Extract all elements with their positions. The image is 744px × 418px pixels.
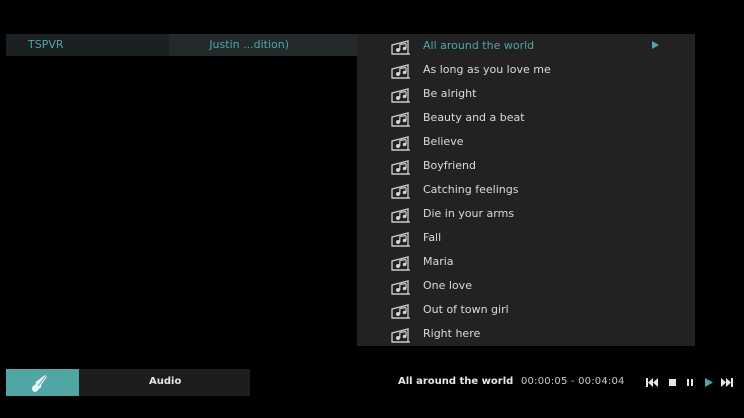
music-note-icon (391, 228, 411, 248)
track-item[interactable]: Maria (357, 250, 695, 274)
pause-icon[interactable] (685, 377, 697, 388)
track-label: Maria (423, 255, 454, 268)
track-item[interactable]: Out of town girl (357, 298, 695, 322)
music-note-icon (391, 108, 411, 128)
track-label: As long as you love me (423, 63, 551, 76)
source-column[interactable]: TSPVR (6, 34, 169, 56)
music-note-icon (391, 252, 411, 272)
music-note-icon (391, 324, 411, 344)
category-label: Audio (149, 376, 182, 387)
track-item[interactable]: One love (357, 274, 695, 298)
track-label: Boyfriend (423, 159, 476, 172)
track-item[interactable]: Be alright (357, 82, 695, 106)
track-label: Be alright (423, 87, 477, 100)
album-column[interactable]: Justin ...dition) (169, 34, 357, 56)
guitar-icon (32, 375, 47, 392)
track-label: All around the world (423, 39, 535, 52)
track-label: Right here (423, 327, 481, 340)
track-item[interactable]: Fall (357, 226, 695, 250)
music-note-icon (391, 300, 411, 320)
track-item[interactable]: All around the world (357, 34, 695, 58)
track-item[interactable]: Believe (357, 130, 695, 154)
album-name: Justin ...dition) (209, 38, 289, 51)
play-icon[interactable] (703, 377, 715, 388)
category-tile[interactable] (6, 369, 79, 396)
track-item[interactable]: Die in your arms (357, 202, 695, 226)
track-label: Out of town girl (423, 303, 509, 316)
audio-category[interactable]: Audio (79, 369, 250, 396)
track-item[interactable]: Boyfriend (357, 154, 695, 178)
track-label: Believe (423, 135, 464, 148)
track-item[interactable]: Catching feelings (357, 178, 695, 202)
track-list: All around the world As long as you love … (357, 34, 695, 346)
next-icon[interactable] (721, 377, 733, 388)
music-note-icon (391, 36, 411, 56)
music-note-icon (391, 204, 411, 224)
track-item[interactable]: Right here (357, 322, 695, 346)
bottom-bar: Audio All around the world 00:00:05 - 00… (6, 369, 744, 396)
track-label: Catching feelings (423, 183, 519, 196)
music-note-icon (391, 84, 411, 104)
track-item[interactable]: As long as you love me (357, 58, 695, 82)
music-note-icon (391, 60, 411, 80)
play-arrow-icon (652, 41, 659, 49)
music-note-icon (391, 132, 411, 152)
track-label: Die in your arms (423, 207, 515, 220)
track-item[interactable]: Beauty and a beat (357, 106, 695, 130)
music-note-icon (391, 180, 411, 200)
music-note-icon (391, 156, 411, 176)
music-note-icon (391, 276, 411, 296)
source-name: TSPVR (28, 38, 64, 51)
track-label: Fall (423, 231, 442, 244)
stop-icon[interactable] (667, 377, 679, 388)
time-readout: 00:00:05 - 00:04:04 (521, 376, 625, 387)
previous-icon[interactable] (646, 377, 658, 388)
now-playing-title: All around the world (398, 376, 514, 387)
track-label: Beauty and a beat (423, 111, 525, 124)
track-label: One love (423, 279, 472, 292)
